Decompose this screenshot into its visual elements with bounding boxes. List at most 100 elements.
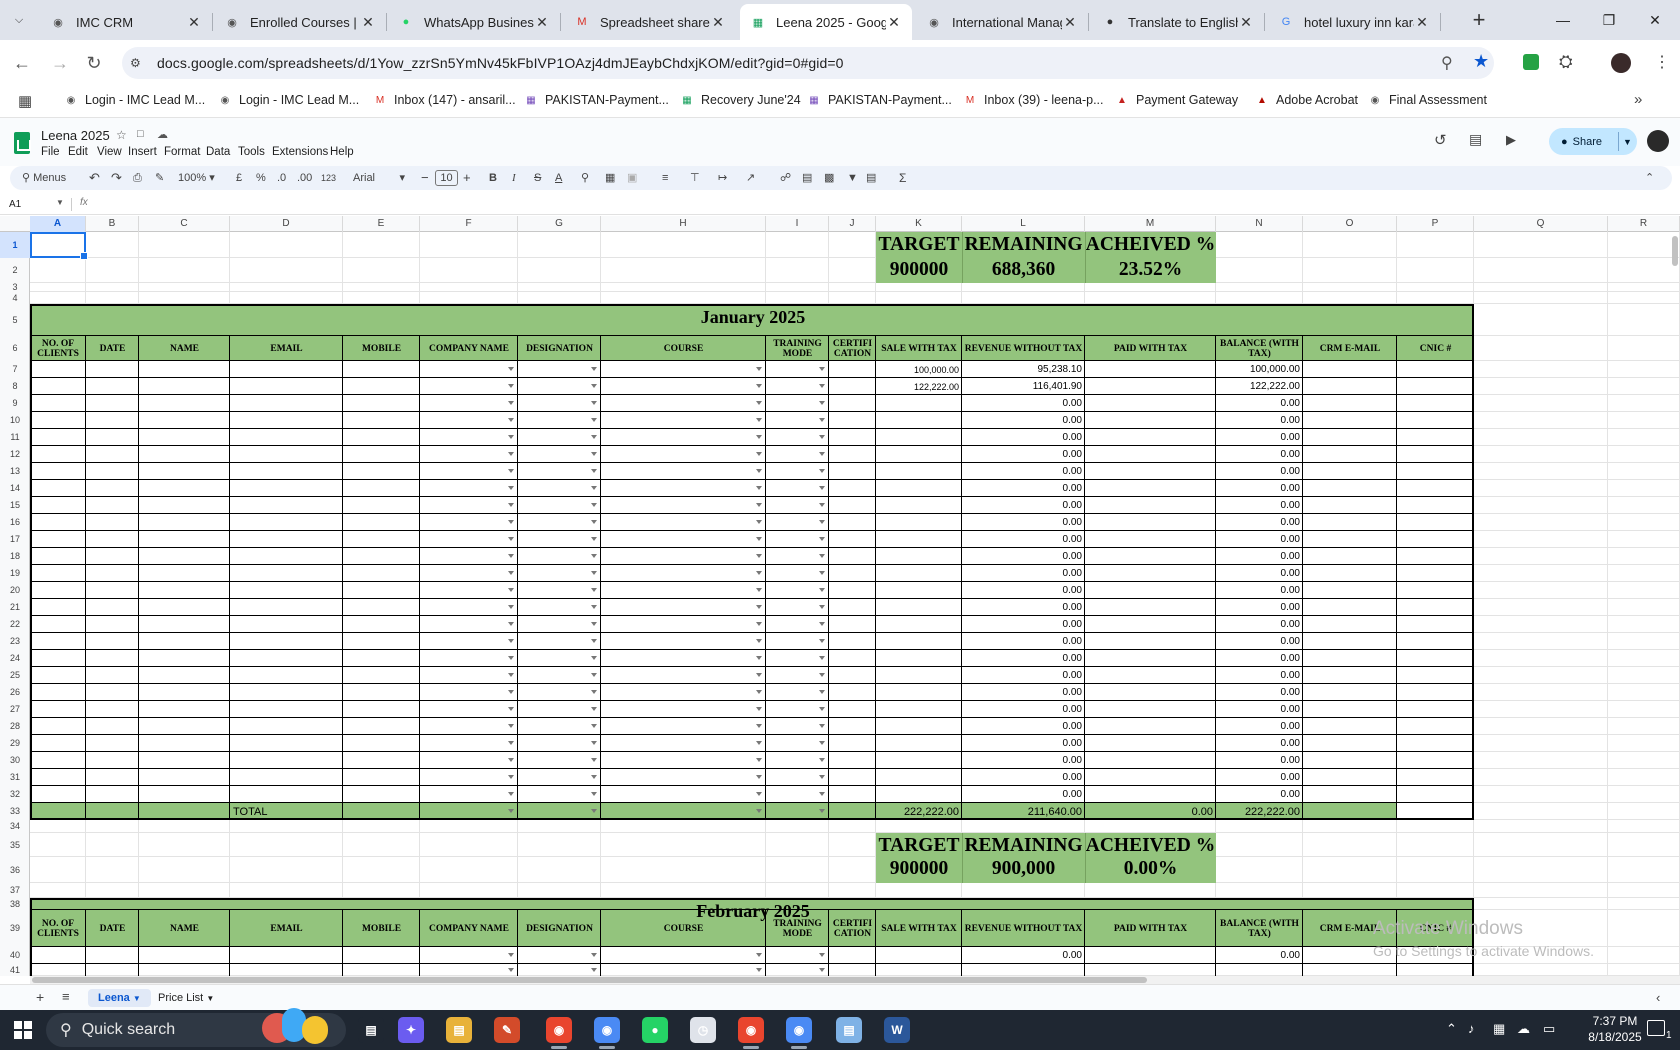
dropdown-arrow-icon[interactable]	[591, 554, 597, 558]
version-history-icon[interactable]: ↺	[1434, 131, 1447, 149]
close-window-button[interactable]: ✕	[1632, 8, 1678, 32]
dropdown-arrow-icon[interactable]	[508, 384, 514, 388]
sale-with-tax-cell[interactable]: 122,222.00	[876, 382, 959, 392]
sheets-logo-icon[interactable]	[14, 132, 31, 154]
menus-search[interactable]: ⚲ Menus	[22, 169, 66, 187]
site-info-icon[interactable]: ⚙	[130, 56, 141, 70]
vertical-scroll-thumb[interactable]	[1672, 236, 1678, 266]
dropdown-arrow-icon[interactable]	[508, 809, 514, 813]
filter-views-icon[interactable]: ▤	[866, 169, 876, 187]
dropdown-arrow-icon[interactable]	[819, 690, 825, 694]
menu-data[interactable]: Data	[206, 146, 230, 158]
column-header-n[interactable]: N	[1216, 216, 1303, 232]
column-header-j[interactable]: J	[829, 216, 876, 232]
paint-format-icon[interactable]: ✎	[155, 169, 164, 187]
dropdown-arrow-icon[interactable]	[591, 571, 597, 575]
row-header-38[interactable]: 38	[0, 898, 30, 910]
row-header-13[interactable]: 13	[0, 463, 30, 480]
whatsapp-icon[interactable]: ●	[642, 1017, 668, 1043]
dropdown-arrow-icon[interactable]	[591, 520, 597, 524]
row-header-25[interactable]: 25	[0, 667, 30, 684]
dropdown-arrow-icon[interactable]	[591, 537, 597, 541]
dropdown-arrow-icon[interactable]	[591, 673, 597, 677]
insert-chart-icon[interactable]: ▩	[824, 169, 834, 187]
tab-search-button[interactable]: ⌵	[8, 9, 30, 31]
column-header-k[interactable]: K	[876, 216, 962, 232]
dropdown-arrow-icon[interactable]	[756, 503, 762, 507]
dropdown-arrow-icon[interactable]	[756, 435, 762, 439]
dropdown-arrow-icon[interactable]	[508, 707, 514, 711]
row-header-16[interactable]: 16	[0, 514, 30, 531]
row-header-24[interactable]: 24	[0, 650, 30, 667]
zoom-select[interactable]: 100% ▾	[178, 169, 215, 187]
horizontal-align-icon[interactable]: ≡	[662, 169, 668, 187]
row-header-29[interactable]: 29	[0, 735, 30, 752]
dropdown-arrow-icon[interactable]	[508, 588, 514, 592]
new-tab-button[interactable]: +	[1465, 6, 1493, 34]
dropdown-arrow-icon[interactable]	[591, 953, 597, 957]
dropdown-arrow-icon[interactable]	[819, 401, 825, 405]
dropdown-arrow-icon[interactable]	[756, 588, 762, 592]
dropdown-arrow-icon[interactable]	[508, 418, 514, 422]
menu-format[interactable]: Format	[164, 146, 200, 158]
dropdown-arrow-icon[interactable]	[819, 588, 825, 592]
url-text[interactable]: docs.google.com/spreadsheets/d/1Yow_zzrS…	[157, 55, 844, 71]
column-header-a[interactable]: A	[30, 216, 86, 232]
dropdown-arrow-icon[interactable]	[591, 469, 597, 473]
network-icon[interactable]: ▭	[1543, 1021, 1555, 1037]
text-color-button[interactable]: A	[555, 169, 562, 187]
dropdown-arrow-icon[interactable]	[591, 809, 597, 813]
increase-font-button[interactable]: +	[463, 169, 471, 187]
dropdown-arrow-icon[interactable]	[508, 741, 514, 745]
row-header-3[interactable]: 3	[0, 283, 30, 292]
fill-color-icon[interactable]: ⚲	[581, 169, 589, 187]
browser-tab[interactable]: ● WhatsApp Business ✕	[388, 4, 561, 40]
row-header-39[interactable]: 39	[0, 910, 30, 947]
row-header-31[interactable]: 31	[0, 769, 30, 786]
chrome-icon[interactable]: ◉	[738, 1017, 764, 1043]
reload-button[interactable]: ↻	[81, 50, 107, 76]
row-header-6[interactable]: 6	[0, 336, 30, 361]
dropdown-arrow-icon[interactable]	[508, 690, 514, 694]
share-dropdown-icon[interactable]: ▼	[1623, 137, 1632, 147]
browser-tab[interactable]: ◉ International Manag ✕	[916, 4, 1089, 40]
dropdown-arrow-icon[interactable]	[591, 968, 597, 972]
italic-button[interactable]: I	[512, 169, 516, 187]
column-header-h[interactable]: H	[601, 216, 766, 232]
bookmark-item[interactable]: M Inbox (147) - ansaril...	[373, 93, 516, 107]
dropdown-arrow-icon[interactable]	[591, 741, 597, 745]
chrome-icon[interactable]: ◉	[786, 1017, 812, 1043]
menu-file[interactable]: File	[41, 146, 60, 158]
menu-insert[interactable]: Insert	[128, 146, 157, 158]
browser-tab[interactable]: M Spreadsheet shared ✕	[564, 4, 736, 40]
dropdown-arrow-icon[interactable]	[819, 384, 825, 388]
browser-tab[interactable]: ▦ Leena 2025 - Google ✕	[740, 4, 912, 40]
close-tab-icon[interactable]: ✕	[186, 14, 202, 31]
dropdown-arrow-icon[interactable]	[819, 452, 825, 456]
dropdown-arrow-icon[interactable]	[508, 639, 514, 643]
dropdown-arrow-icon[interactable]	[508, 605, 514, 609]
row-header-9[interactable]: 9	[0, 395, 30, 412]
row-header-22[interactable]: 22	[0, 616, 30, 633]
forward-button[interactable]: →	[47, 50, 73, 76]
row-header-23[interactable]: 23	[0, 633, 30, 650]
file-explorer-icon[interactable]: ▤	[446, 1017, 472, 1043]
dropdown-arrow-icon[interactable]	[591, 384, 597, 388]
dropdown-arrow-icon[interactable]	[591, 418, 597, 422]
cloud-status-icon[interactable]: ☁	[157, 128, 168, 141]
dropdown-arrow-icon[interactable]	[591, 707, 597, 711]
row-header-36[interactable]: 36	[0, 857, 30, 883]
close-tab-icon[interactable]: ✕	[1414, 14, 1430, 31]
row-header-4[interactable]: 4	[0, 292, 30, 304]
dropdown-arrow-icon[interactable]	[819, 571, 825, 575]
strikethrough-button[interactable]: S	[534, 169, 541, 187]
dropdown-arrow-icon[interactable]	[508, 554, 514, 558]
notepad-icon[interactable]: ▤	[836, 1017, 862, 1043]
dropdown-arrow-icon[interactable]	[591, 605, 597, 609]
close-tab-icon[interactable]: ✕	[534, 14, 550, 31]
profile-avatar[interactable]	[1611, 53, 1631, 73]
row-header-10[interactable]: 10	[0, 412, 30, 429]
column-header-r[interactable]: R	[1608, 216, 1680, 232]
menu-help[interactable]: Help	[330, 146, 354, 158]
dropdown-arrow-icon[interactable]	[819, 622, 825, 626]
